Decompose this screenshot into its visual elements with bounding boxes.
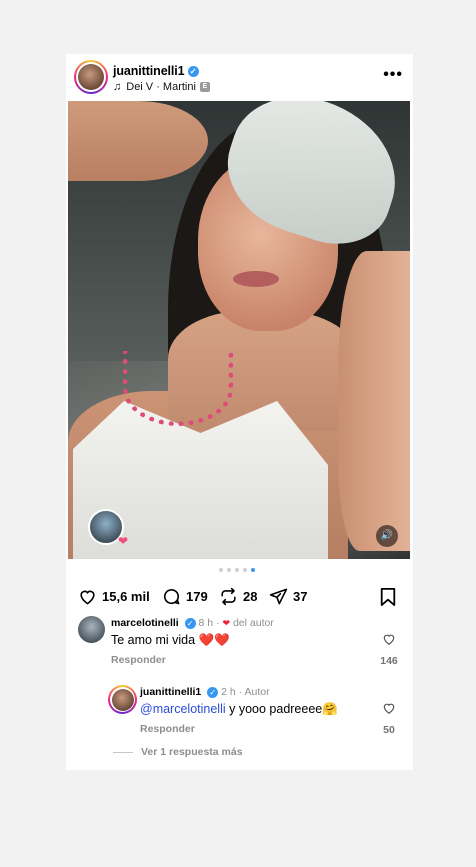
like-count: 15,6 mil [102,589,150,604]
carousel-dot [227,568,231,572]
comment-like-icon[interactable] [382,701,396,715]
music-info[interactable]: ♫ Dei V · Martini E [113,81,210,93]
profile-avatar[interactable] [74,60,108,94]
carousel-dot [235,568,239,572]
carousel-dot [243,568,247,572]
music-title[interactable]: Dei V · Martini [126,81,196,93]
reply-button[interactable]: Responder [140,723,195,735]
post-photo[interactable]: ❤ 🔊 [68,101,410,559]
send-icon [269,588,288,605]
comment-like-icon[interactable] [382,632,396,646]
carousel-dot [219,568,223,572]
comment-count: 179 [186,589,208,604]
comment-icon [163,589,180,605]
like-button[interactable]: 15,6 mil [78,587,150,606]
reply-button[interactable]: Responder [111,654,166,666]
share-count: 37 [293,589,308,604]
post-header: juanittinelli1 ✓ ♫ Dei V · Martini E ••• [66,54,413,100]
view-more-replies[interactable]: Ver 1 respuesta más [113,746,243,758]
reply-text: @marcelotinelli y yooo padreeee🤗 [140,702,338,716]
reply-username[interactable]: juanittinelli1 [140,686,201,698]
reply-time: 2 h [221,686,236,698]
explicit-badge: E [199,82,210,92]
author-label: Autor [244,686,270,698]
carousel-dot [251,568,255,572]
more-options-icon[interactable]: ••• [383,66,403,84]
action-bar: 15,6 mil 179 28 37 [66,582,413,612]
comment-like-count: 50 [383,724,395,736]
post-card: juanittinelli1 ✓ ♫ Dei V · Martini E ••• … [66,54,413,770]
verified-badge-icon: ✓ [187,66,199,78]
heart-sticker-icon: ❤ [118,534,129,548]
liked-by-author-label: del autor [232,617,274,629]
repost-button[interactable]: 28 [219,587,257,606]
comment-username[interactable]: marcelotinelli [111,617,179,629]
liked-by-author-icon: ❤ [222,618,231,628]
verified-badge-icon: ✓ [184,617,196,629]
music-note-icon: ♫ [113,81,122,93]
comment-text: Te amo mi vida ❤️❤️ [111,633,230,647]
comment-time: 8 h [198,617,214,629]
repost-count: 28 [243,589,258,604]
comment-meta: marcelotinelli ✓ 8 h · ❤ del autor [111,617,274,629]
comment-avatar[interactable] [78,616,105,643]
repost-icon [221,587,236,606]
bookmark-icon[interactable] [379,587,397,607]
post-username[interactable]: juanittinelli1 ✓ [113,64,199,78]
reply-meta: juanittinelli1 ✓ 2 h · Autor [140,686,270,698]
share-button[interactable]: 37 [269,587,307,606]
reply-mention[interactable]: @marcelotinelli [140,702,226,716]
comment-button[interactable]: 179 [162,587,208,606]
verified-badge-icon: ✓ [207,686,219,698]
carousel-indicator [212,568,262,574]
comment-like-count: 146 [380,655,398,667]
reply-avatar[interactable] [108,685,137,714]
heart-icon [80,590,95,605]
sound-toggle-icon[interactable]: 🔊 [376,525,398,547]
